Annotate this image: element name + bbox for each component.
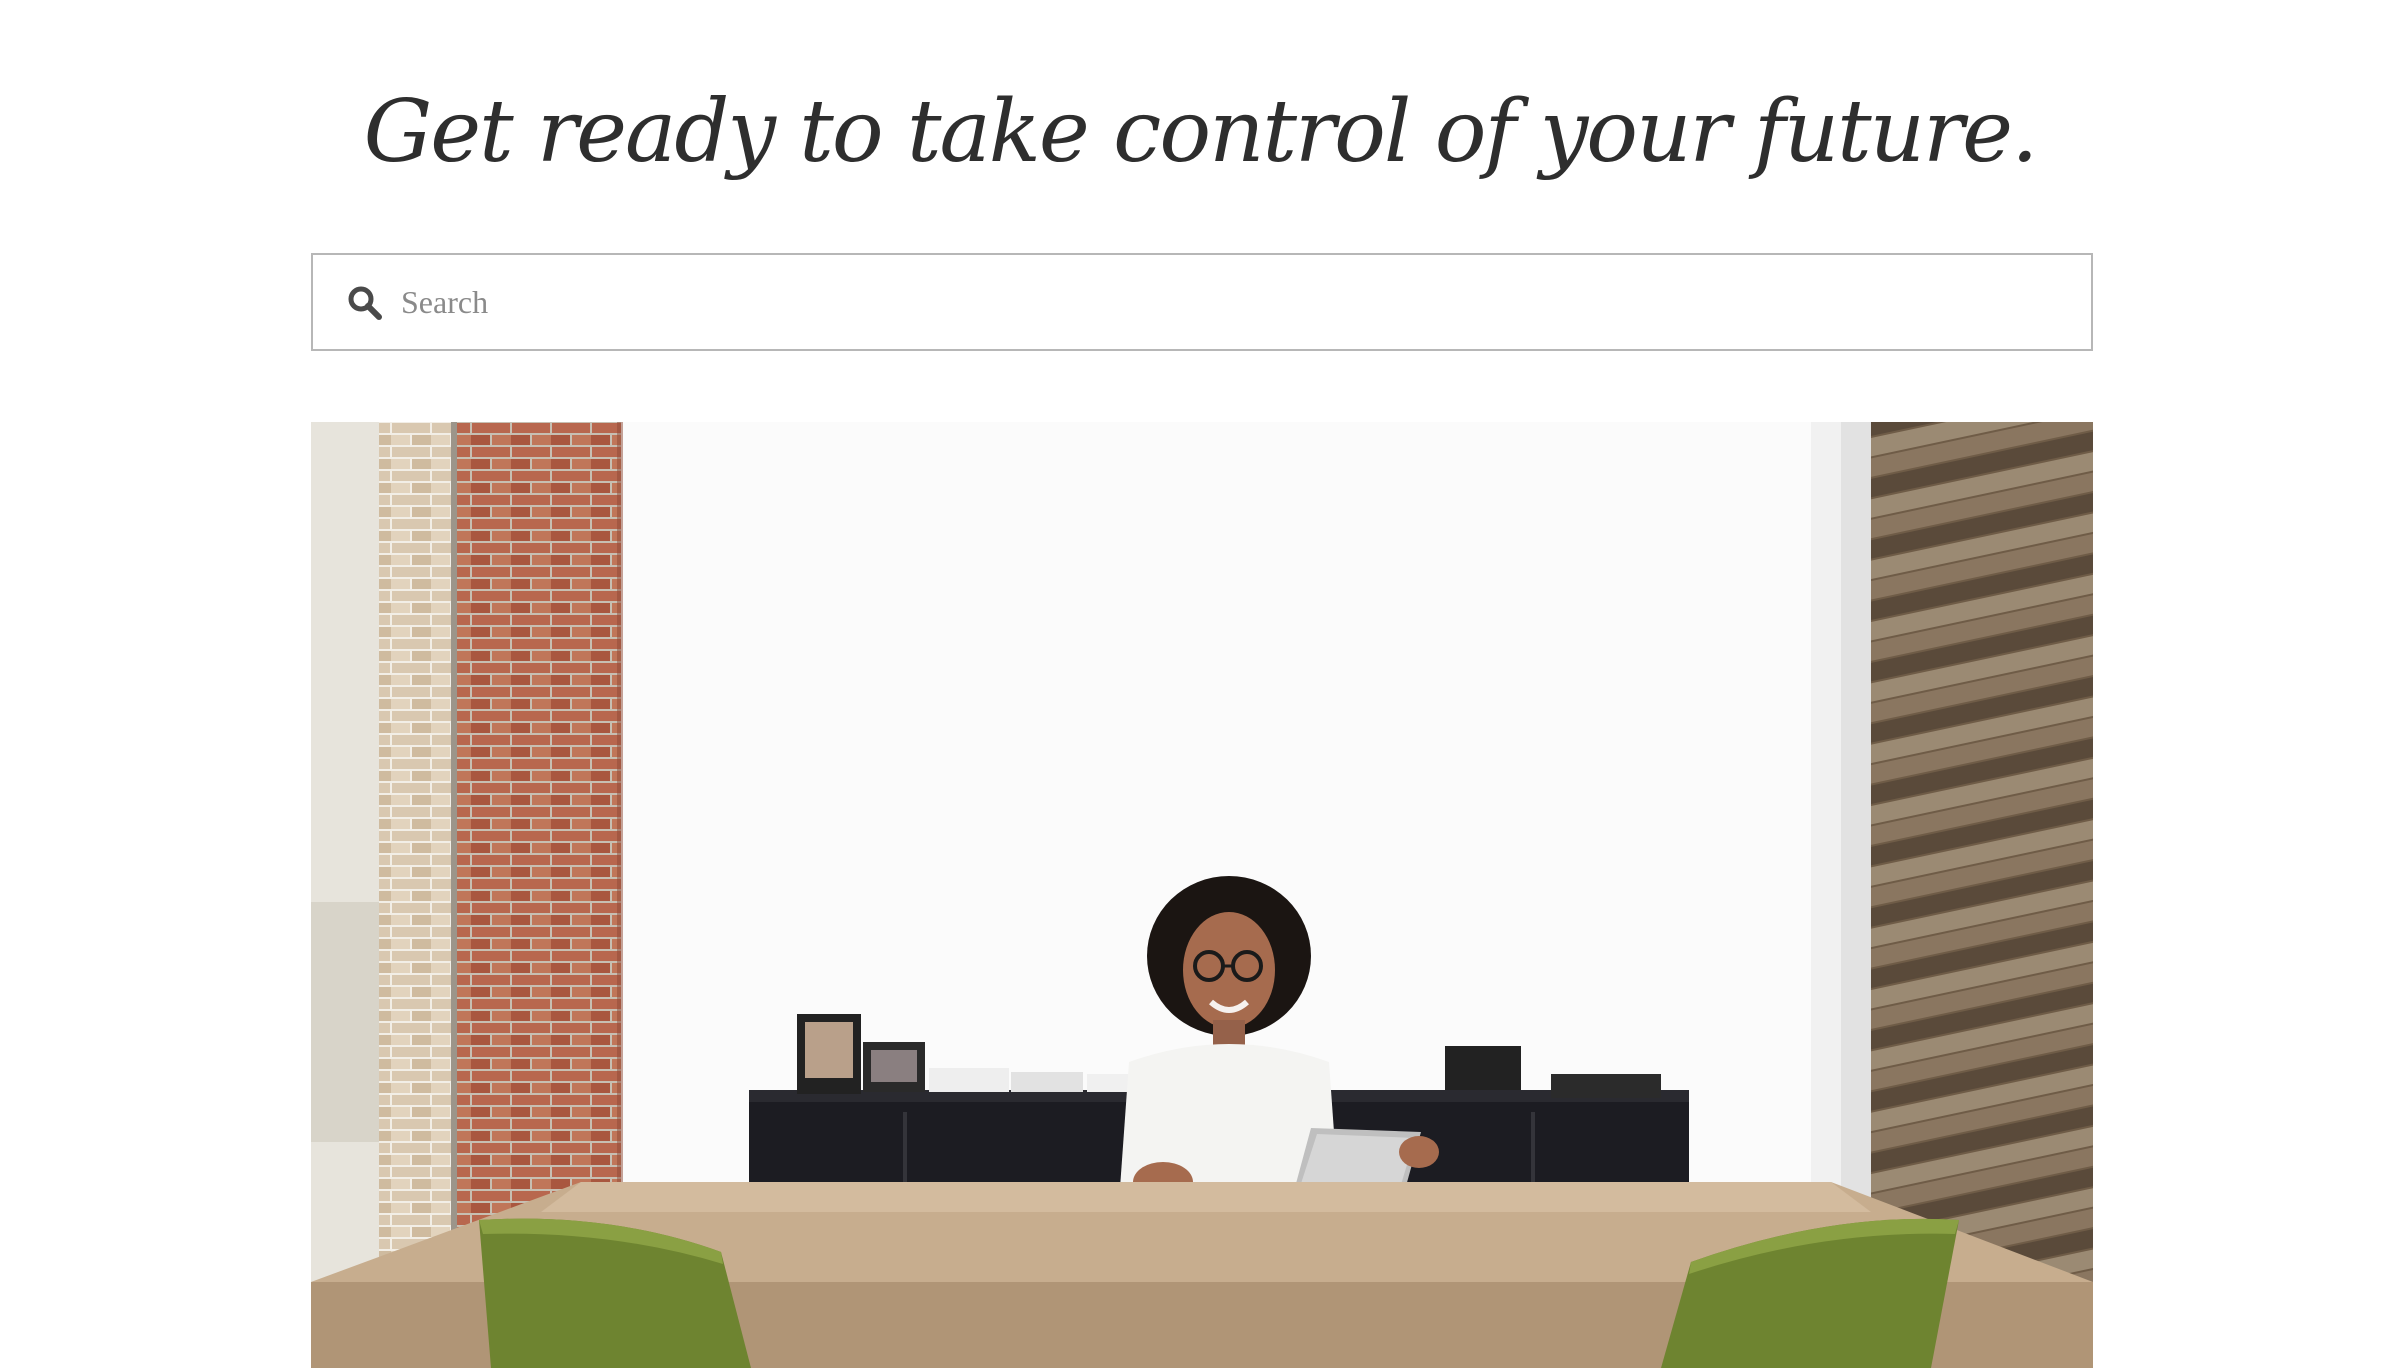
- hero-photo: [311, 422, 2093, 1368]
- page-headline: Get ready to take control of your future…: [363, 82, 2039, 182]
- search-icon[interactable]: [347, 285, 383, 321]
- search-bar[interactable]: [311, 253, 2093, 351]
- search-input[interactable]: [401, 255, 2061, 349]
- hero-image: [311, 422, 2093, 1368]
